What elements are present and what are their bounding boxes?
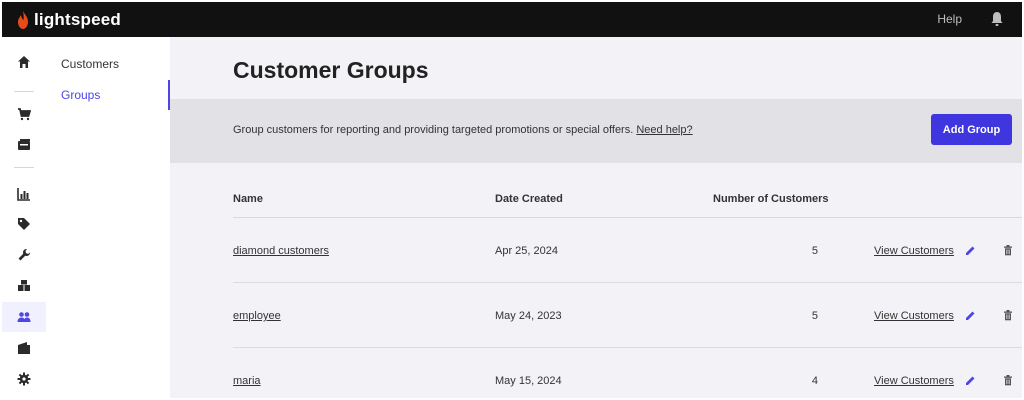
cart-icon <box>18 108 31 121</box>
rail-wallet[interactable] <box>2 333 46 363</box>
wrench-icon <box>18 249 30 261</box>
date-created: May 15, 2024 <box>495 375 562 387</box>
trash-icon[interactable] <box>1003 310 1013 321</box>
help-link[interactable]: Help <box>937 12 962 26</box>
rail-products[interactable] <box>2 209 46 239</box>
view-customers-link[interactable]: View Customers <box>874 310 954 322</box>
gear-icon <box>17 372 31 386</box>
group-name-link[interactable]: employee <box>233 310 281 322</box>
rail-sales[interactable] <box>2 99 46 129</box>
banner-text: Group customers for reporting and provid… <box>233 124 634 136</box>
brand-logo[interactable]: lightspeed <box>16 10 121 30</box>
table-row: maria May 15, 2024 4 View Customers <box>233 348 1022 398</box>
rail-settings[interactable] <box>2 364 46 394</box>
inventory-icon <box>18 280 30 291</box>
info-banner: Group customers for reporting and provid… <box>170 99 1022 163</box>
flame-icon <box>18 10 28 29</box>
date-created: Apr 25, 2024 <box>495 245 558 257</box>
trash-icon[interactable] <box>1003 245 1013 256</box>
bell-icon[interactable] <box>990 11 1004 27</box>
view-customers-link[interactable]: View Customers <box>874 245 954 257</box>
secondary-nav: Customers Groups <box>46 37 170 398</box>
customer-count: 5 <box>811 310 818 322</box>
need-help-link[interactable]: Need help? <box>636 124 692 136</box>
rail-divider <box>14 167 34 168</box>
reports-icon <box>17 188 30 201</box>
main-content: Customer Groups Group customers for repo… <box>170 37 1022 398</box>
top-bar: lightspeed Help <box>2 2 1022 37</box>
pencil-icon[interactable] <box>965 245 976 256</box>
add-group-button[interactable]: Add Group <box>931 114 1012 145</box>
icon-rail <box>2 37 46 398</box>
rail-register[interactable] <box>2 130 46 160</box>
rail-home[interactable] <box>2 47 46 77</box>
date-created: May 24, 2023 <box>495 310 562 322</box>
home-icon <box>18 56 30 68</box>
brand-name: lightspeed <box>34 9 122 29</box>
banner-description: Group customers for reporting and provid… <box>233 124 693 136</box>
rail-customers[interactable] <box>2 302 46 332</box>
column-header-date: Date Created <box>495 193 563 205</box>
app-window: lightspeed Help Customers Groups Custome… <box>2 2 1022 398</box>
tag-icon <box>18 218 30 230</box>
pencil-icon[interactable] <box>965 310 976 321</box>
subnav-item-groups[interactable]: Groups <box>46 80 170 110</box>
wallet-icon <box>18 342 30 354</box>
rail-inventory[interactable] <box>2 271 46 301</box>
rail-divider <box>14 91 34 92</box>
rail-reports[interactable] <box>2 179 46 209</box>
register-icon <box>18 139 30 150</box>
customer-count: 5 <box>811 245 818 257</box>
column-header-name: Name <box>233 193 263 205</box>
view-customers-link[interactable]: View Customers <box>874 375 954 387</box>
subnav-item-customers[interactable]: Customers <box>46 49 170 79</box>
page-title: Customer Groups <box>233 57 429 83</box>
table-row: employee May 24, 2023 5 View Customers <box>233 283 1022 348</box>
customer-count: 4 <box>811 375 818 387</box>
table-row: diamond customers Apr 25, 2024 5 View Cu… <box>233 218 1022 283</box>
rail-tools[interactable] <box>2 240 46 270</box>
group-name-link[interactable]: maria <box>233 375 261 387</box>
pencil-icon[interactable] <box>965 375 976 386</box>
group-name-link[interactable]: diamond customers <box>233 245 329 257</box>
trash-icon[interactable] <box>1003 375 1013 386</box>
customers-icon <box>17 312 31 322</box>
column-header-count: Number of Customers <box>713 193 829 205</box>
